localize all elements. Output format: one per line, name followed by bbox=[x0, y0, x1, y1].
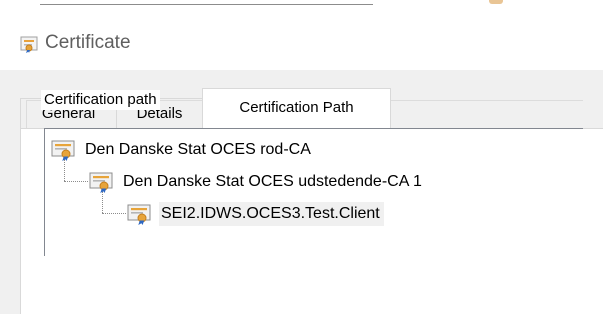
tree-item-client-certificate[interactable]: SEI2.IDWS.OCES3.Test.Client bbox=[127, 201, 384, 227]
tree-connector-intermediate-branch bbox=[102, 213, 126, 214]
certification-path-group-label: Certification path bbox=[41, 90, 160, 110]
tree-item-root-ca-label: Den Danske Stat OCES rod-CA bbox=[85, 141, 311, 158]
tree-item-intermediate-ca[interactable]: Den Danske Stat OCES udstedende-CA 1 bbox=[89, 169, 426, 195]
tree-item-intermediate-ca-label: Den Danske Stat OCES udstedende-CA 1 bbox=[123, 173, 422, 190]
tab-certification-path[interactable]: Certification Path bbox=[202, 88, 391, 129]
tree-connector-root-branch bbox=[64, 181, 88, 182]
window-title: Certificate bbox=[45, 32, 131, 53]
background-window-strip bbox=[0, 0, 603, 14]
tree-item-root-ca[interactable]: Den Danske Stat OCES rod-CA bbox=[51, 137, 315, 163]
background-window-ornament bbox=[489, 0, 503, 4]
background-window-edge bbox=[40, 4, 373, 5]
certification-path-tree[interactable]: Den Danske Stat OCES rod-CA Den Danske S… bbox=[44, 128, 583, 256]
certificate-icon bbox=[127, 204, 151, 225]
tab-certification-path-label: Certification Path bbox=[239, 99, 354, 116]
tree-item-client-certificate-label: SEI2.IDWS.OCES3.Test.Client bbox=[159, 202, 384, 226]
certificate-icon bbox=[51, 140, 75, 161]
certificate-icon bbox=[89, 172, 113, 193]
certificate-title-bar: Certificate bbox=[0, 14, 603, 70]
certificate-title-icon bbox=[20, 36, 38, 53]
certificate-dialog-content: General Details Certification Path Certi… bbox=[0, 70, 603, 314]
